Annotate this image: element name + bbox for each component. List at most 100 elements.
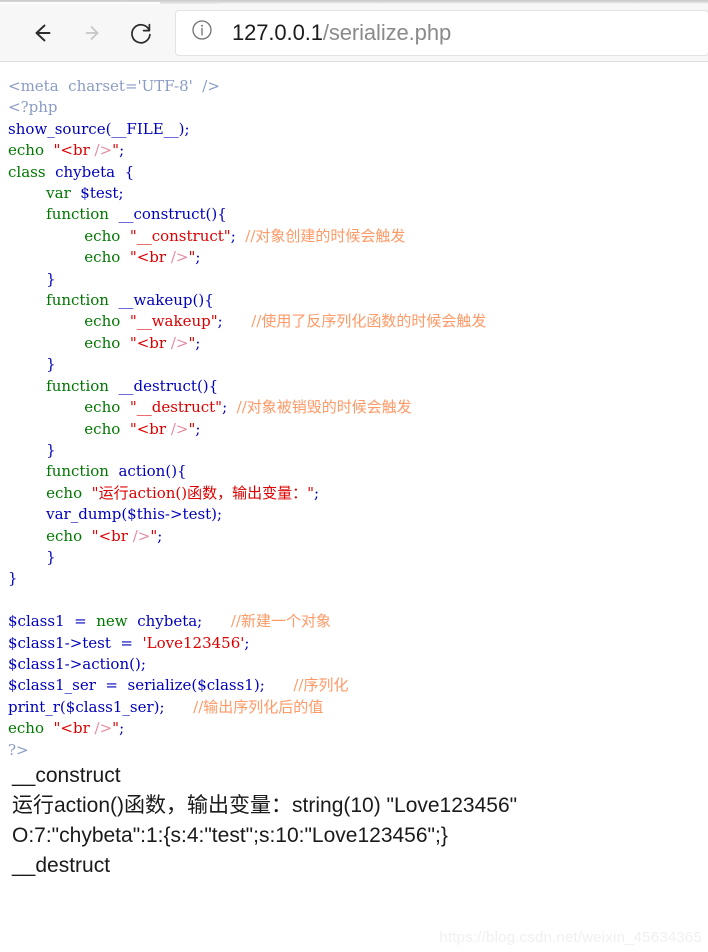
- code-line: echo "运行action()函数，输出变量：";: [8, 484, 319, 502]
- url-text: 127.0.0.1/serialize.php: [232, 11, 451, 55]
- code-line: function __construct(){: [8, 205, 227, 223]
- url-host: 127.0.0.1: [232, 19, 323, 45]
- code-token: "__destruct": [129, 398, 223, 417]
- code-token: }: [8, 440, 56, 459]
- code-line: $class1->test = 'Love123456';: [8, 634, 249, 652]
- page-content: <meta charset='UTF-8' /> <?php show_sour…: [0, 62, 708, 952]
- code-token: ;: [119, 719, 125, 738]
- code-token: ;: [217, 312, 252, 331]
- code-token: }: [8, 355, 56, 374]
- script-output: __construct 运行action()函数，输出变量：string(10)…: [8, 761, 708, 881]
- code-token: var_dump($this->test);: [8, 505, 223, 524]
- code-line: }: [8, 270, 56, 288]
- url-path: /serialize.php: [322, 19, 452, 45]
- code-token: ": [91, 526, 99, 545]
- code-token: ;: [244, 633, 250, 652]
- code-token: />: [170, 248, 189, 267]
- code-token: }: [8, 269, 56, 288]
- code-token: <?php: [8, 98, 58, 117]
- code-token: ": [129, 248, 137, 267]
- code-line: echo "<br />";: [8, 334, 200, 352]
- code-line: <?php: [8, 98, 57, 116]
- site-info-icon[interactable]: [190, 18, 214, 47]
- code-token: ;: [157, 526, 163, 545]
- code-token: }: [8, 569, 18, 588]
- code-line: var $test;: [8, 184, 124, 203]
- code-token: />: [132, 526, 151, 545]
- code-token: echo: [8, 141, 54, 160]
- code-token: <br: [60, 141, 95, 160]
- code-token: $class1 =: [8, 612, 97, 631]
- output-line: 运行action()函数，输出变量：string(10) "Love123456…: [12, 794, 518, 817]
- code-token: function: [46, 376, 119, 395]
- code-line: echo "<br />";: [8, 420, 200, 438]
- code-token: $class1->action();: [8, 654, 146, 673]
- code-token: function: [46, 205, 119, 224]
- code-token: "运行action()函数，输出变量：": [91, 483, 315, 502]
- code-token: ;: [195, 419, 201, 438]
- code-token: $test;: [80, 184, 124, 203]
- code-line: echo "<br />";: [8, 719, 124, 737]
- code-token: //序列化: [293, 676, 349, 695]
- back-button[interactable]: [18, 10, 64, 56]
- code-token: new: [96, 612, 138, 631]
- code-token: ": [129, 419, 137, 438]
- code-token: function: [46, 462, 119, 481]
- code-token: <meta charset='UTF-8' />: [8, 77, 220, 95]
- reload-button[interactable]: [118, 10, 164, 56]
- code-token: />: [94, 141, 113, 160]
- code-token: echo: [46, 483, 92, 502]
- code-token: echo: [8, 719, 54, 738]
- code-token: chybeta;: [137, 612, 231, 631]
- code-line: echo "<br />";: [8, 248, 200, 266]
- code-token: <br: [60, 719, 95, 738]
- code-token: //输出序列化后的值: [193, 697, 324, 716]
- code-token: __destruct(){: [118, 376, 219, 395]
- code-token: show_source(__FILE__);: [8, 119, 190, 138]
- code-token: <br: [136, 419, 171, 438]
- navigation-bar: 127.0.0.1/serialize.php: [0, 4, 708, 61]
- reload-icon: [126, 18, 156, 48]
- code-token: echo: [84, 333, 130, 352]
- code-token: chybeta {: [55, 162, 135, 181]
- code-token: <br: [98, 526, 133, 545]
- code-line: show_source(__FILE__);: [8, 120, 190, 138]
- code-token: function: [46, 291, 119, 310]
- code-line: $class1_ser = serialize($class1); //序列化: [8, 676, 348, 694]
- address-bar[interactable]: 127.0.0.1/serialize.php: [176, 10, 708, 55]
- code-line: }: [8, 441, 56, 459]
- code-token: $class1_ser = serialize($class1);: [8, 676, 294, 695]
- code-token: ": [129, 333, 137, 352]
- code-token: //使用了反序列化函数的时候会触发: [251, 312, 487, 331]
- code-token: ;: [195, 333, 201, 352]
- code-line: echo "__destruct"; //对象被销毁的时候会触发: [8, 398, 411, 417]
- code-line: $class1 = new chybeta; //新建一个对象: [8, 612, 331, 630]
- output-line: __construct: [12, 764, 121, 787]
- forward-arrow-icon: [72, 18, 102, 48]
- code-line: class chybeta {: [8, 163, 134, 181]
- code-token: <br: [136, 248, 171, 267]
- code-token: <br: [136, 333, 171, 352]
- code-line: function __wakeup(){: [8, 291, 214, 309]
- code-line: echo "<br />";: [8, 527, 162, 545]
- code-token: ;: [230, 226, 246, 245]
- code-line: function __destruct(){: [8, 377, 218, 395]
- code-token: echo: [46, 526, 92, 545]
- code-line: ?>: [8, 741, 29, 759]
- code-line: var_dump($this->test);: [8, 505, 222, 523]
- code-token: __wakeup(){: [118, 291, 214, 310]
- code-line: }: [8, 569, 18, 587]
